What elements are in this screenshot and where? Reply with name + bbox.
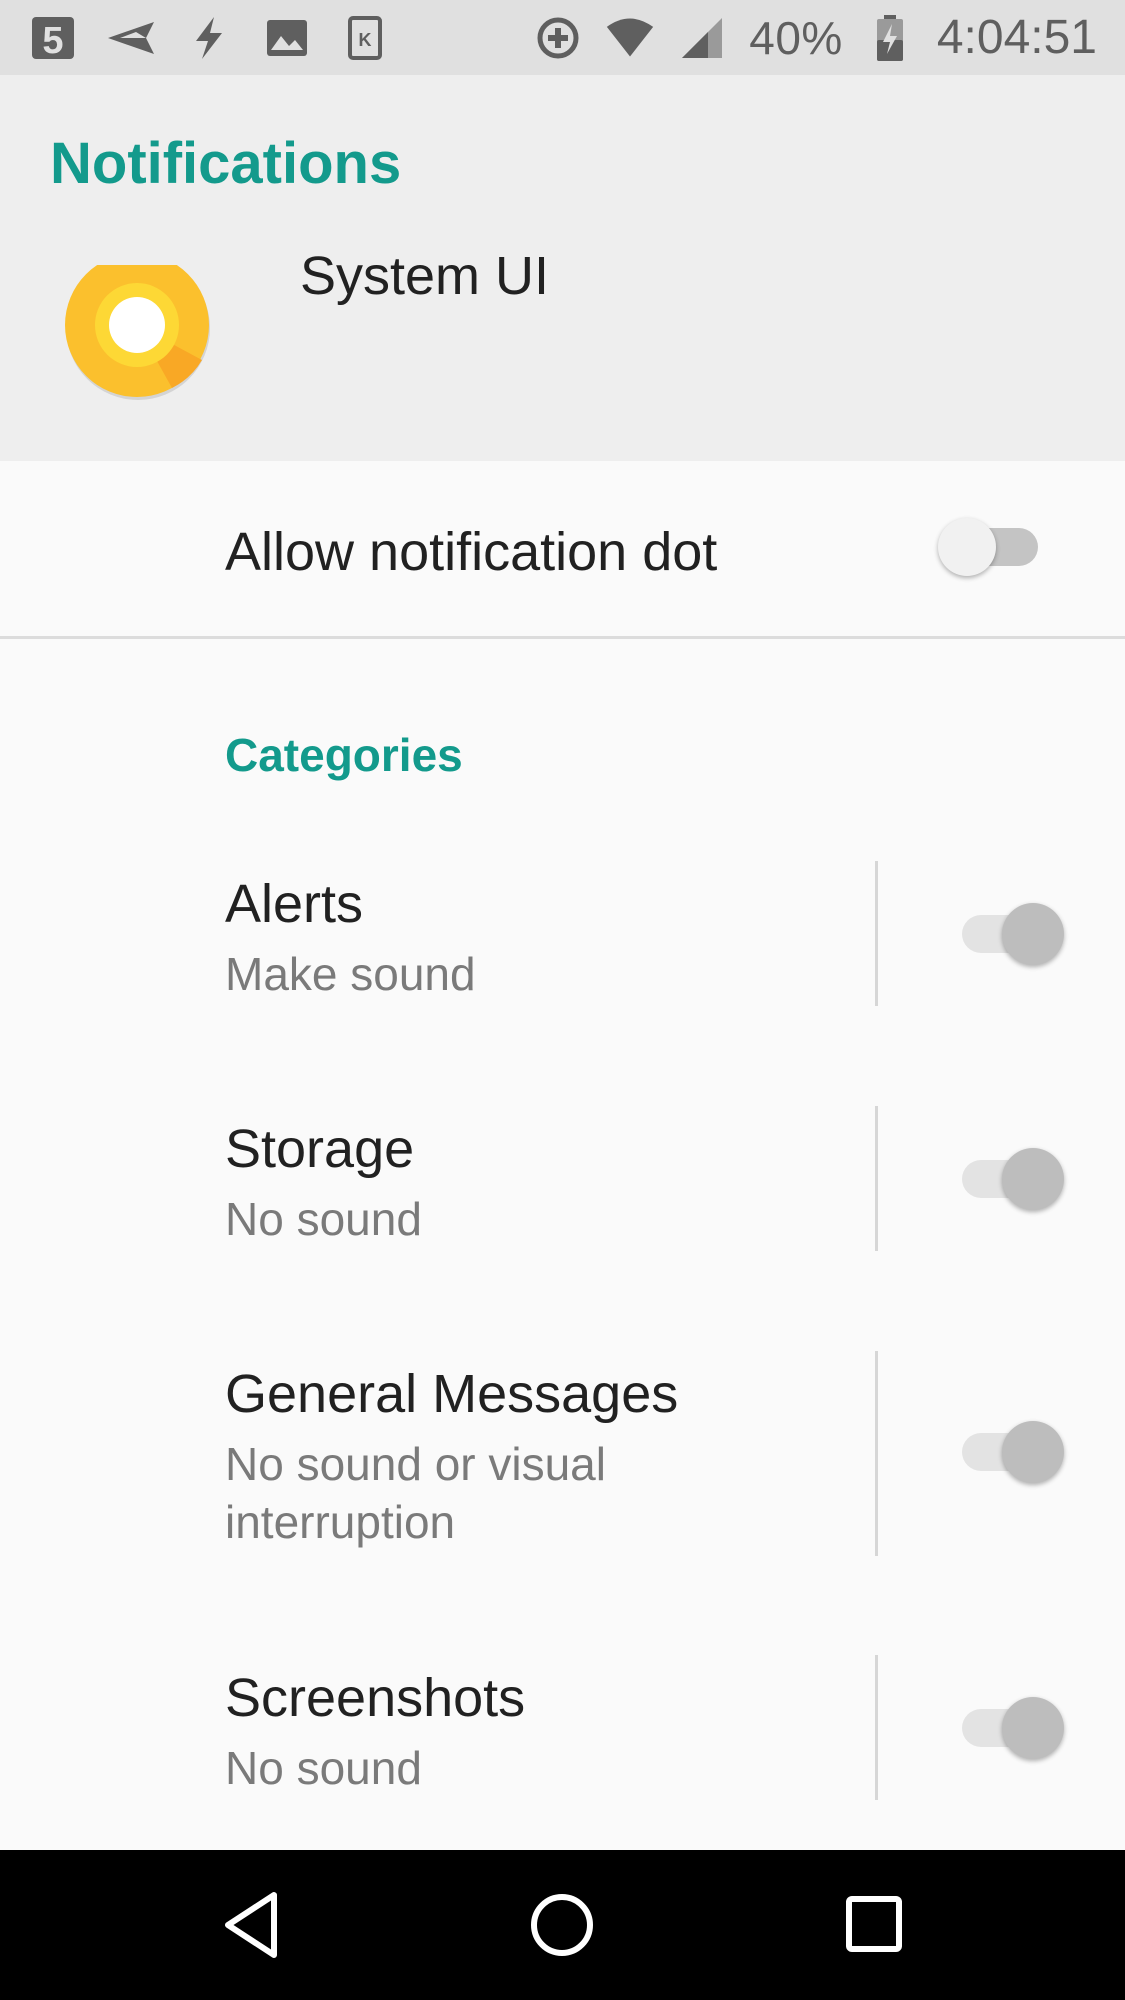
status-icons-right: 40% 4:04:51 (533, 10, 1097, 65)
category-item-alerts[interactable]: Alerts Make sound (0, 861, 1125, 1023)
recents-icon[interactable] (835, 1885, 915, 1965)
allow-notification-dot-toggle[interactable] (938, 516, 1046, 576)
app-name: System UI (300, 246, 550, 306)
toggle-thumb (1002, 1148, 1064, 1210)
svg-text:5: 5 (42, 20, 63, 61)
wifi-icon (605, 13, 655, 63)
toggle-thumb (1002, 903, 1064, 965)
category-toggle-alerts[interactable] (962, 901, 1070, 965)
status-bar: 5 K 40% 4:04:51 (0, 0, 1125, 75)
category-item-general-messages[interactable]: General Messages No sound or visual inte… (0, 1351, 1125, 1563)
cell-signal-icon (677, 13, 727, 63)
home-icon[interactable] (522, 1885, 602, 1965)
category-subtitle: No sound (225, 1742, 422, 1794)
category-subtitle: Make sound (225, 948, 476, 1000)
category-item-storage[interactable]: Storage No sound (0, 1106, 1125, 1268)
app-header: Notifications System UI (0, 75, 1125, 461)
category-item-screenshots[interactable]: Screenshots No sound (0, 1655, 1125, 1817)
category-subtitle: No sound (225, 1193, 422, 1245)
data-saver-icon (533, 13, 583, 63)
toggle-thumb (1002, 1421, 1064, 1483)
category-divider (875, 1106, 878, 1251)
back-icon[interactable] (212, 1885, 292, 1965)
category-title: Screenshots (225, 1668, 526, 1728)
category-toggle-storage[interactable] (962, 1146, 1070, 1210)
categories-header: Categories (225, 729, 463, 781)
navigation-bar (0, 1850, 1125, 2000)
allow-notification-dot-row[interactable]: Allow notification dot (0, 461, 1125, 639)
allow-notification-dot-label: Allow notification dot (225, 522, 718, 582)
send-icon (106, 13, 156, 63)
svg-text:K: K (359, 30, 372, 50)
category-title: General Messages (225, 1364, 679, 1424)
channel-5-icon: 5 (28, 13, 78, 63)
category-divider (875, 1351, 878, 1556)
battery-icon (865, 13, 915, 63)
toggle-thumb (1002, 1697, 1064, 1759)
flash-icon (184, 13, 234, 63)
category-toggle-general-messages[interactable] (962, 1419, 1070, 1483)
category-subtitle: No sound or visual interruption (225, 1438, 606, 1548)
app-icon (62, 250, 212, 400)
status-icons-left: 5 K (28, 13, 390, 63)
category-divider (875, 1655, 878, 1800)
image-icon (262, 13, 312, 63)
toggle-thumb (938, 518, 996, 576)
clock: 4:04:51 (936, 11, 1097, 64)
category-title: Alerts (225, 874, 364, 934)
page-title: Notifications (50, 131, 402, 196)
category-title: Storage (225, 1119, 415, 1179)
battery-percent: 40% (749, 11, 843, 64)
category-toggle-screenshots[interactable] (962, 1695, 1070, 1759)
category-divider (875, 861, 878, 1006)
k-app-icon: K (340, 13, 390, 63)
